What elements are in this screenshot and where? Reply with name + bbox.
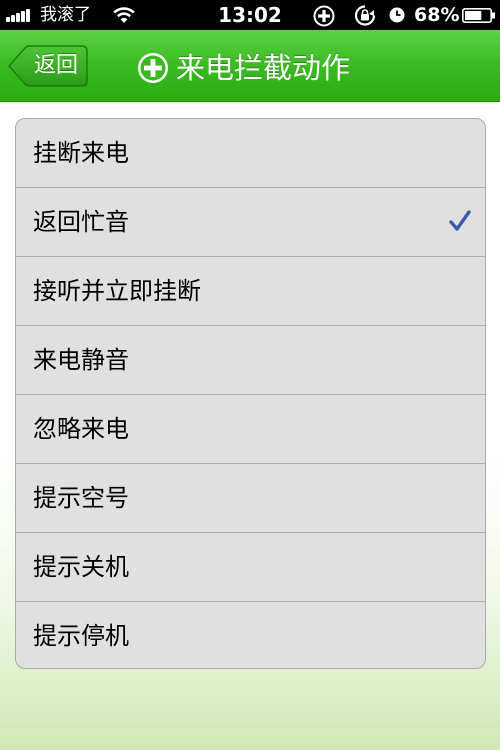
list-item-powered-off[interactable]: 提示关机 (16, 533, 485, 602)
rotation-lock-icon (354, 5, 376, 26)
list-item-label: 返回忙音 (33, 208, 129, 236)
list-item-label: 接听并立即挂断 (33, 277, 201, 305)
clock-icon (389, 7, 405, 23)
navigation-bar: 返回 来电拦截动作 (0, 30, 500, 102)
back-button-label: 返回 (33, 53, 78, 78)
status-bar: 我滚了 13:02 68% (0, 0, 500, 30)
back-button[interactable]: 返回 (7, 45, 88, 87)
list-item-label: 提示停机 (33, 622, 129, 650)
battery-icon (462, 8, 495, 23)
plus-circle-icon (313, 5, 335, 27)
battery-percent: 68% (414, 4, 460, 26)
plus-circle-icon (138, 53, 168, 83)
list-item-suspended[interactable]: 提示停机 (16, 602, 485, 668)
list-item-label: 提示空号 (33, 484, 129, 512)
page-title: 来电拦截动作 (176, 51, 351, 85)
list-item-busy-tone[interactable]: 返回忙音 (16, 188, 485, 257)
list-item-empty-number[interactable]: 提示空号 (16, 464, 485, 533)
list-item-label: 忽略来电 (33, 415, 129, 443)
list-item-mute-call[interactable]: 来电静音 (16, 326, 485, 395)
checkmark-icon (449, 210, 471, 231)
list-item-label: 来电静音 (33, 346, 129, 374)
list-item-label: 挂断来电 (33, 139, 129, 167)
list-item-answer-and-hang-up[interactable]: 接听并立即挂断 (16, 257, 485, 326)
list-item-hang-up[interactable]: 挂断来电 (16, 119, 485, 188)
list-item-ignore-call[interactable]: 忽略来电 (16, 395, 485, 464)
option-list: 挂断来电 返回忙音 接听并立即挂断 来电静音 忽略来电 提示空号 提示关机 提示… (15, 118, 486, 669)
list-item-label: 提示关机 (33, 553, 129, 581)
